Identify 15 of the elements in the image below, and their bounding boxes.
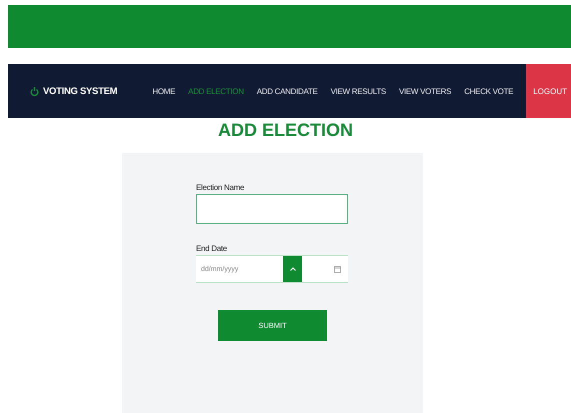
nav-link[interactable]: VIEW VOTERS [398,86,452,96]
calendar-icon[interactable] [334,266,341,272]
page-heading: ADD ELECTION [217,120,354,140]
field-label: Election Name [196,183,244,192]
input-field[interactable] [196,194,348,224]
nav-link[interactable]: ADD CANDIDATE [256,86,318,96]
caret-icon [290,267,296,271]
brand-title: VOTING SYSTEM [43,86,118,96]
nav-link[interactable]: HOME [152,86,176,96]
logout-button[interactable]: LOGOUT [526,64,571,118]
nav-link[interactable]: CHECK VOTE [464,86,514,96]
field-label: End Date [196,244,227,253]
nav-link[interactable]: VIEW RESULTS [330,86,386,96]
power-icon [30,86,39,96]
nav-link[interactable]: ADD ELECTION [188,86,244,96]
